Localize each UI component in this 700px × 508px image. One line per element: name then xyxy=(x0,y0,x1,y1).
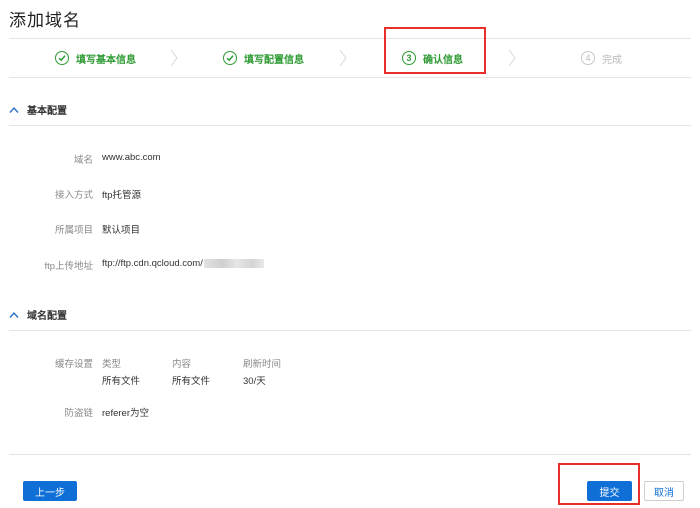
section-title: 基本配置 xyxy=(27,106,67,117)
step-2: 填写配置信息 xyxy=(223,49,304,67)
chevron-right-icon xyxy=(339,49,347,67)
step-label: 填写配置信息 xyxy=(244,54,304,66)
field-value-access: ftp托管源 xyxy=(102,190,142,201)
cancel-button[interactable]: 取消 xyxy=(644,481,684,501)
divider xyxy=(9,454,691,455)
step-4: 4 完成 xyxy=(581,49,622,67)
field-label-cache: 缓存设置 xyxy=(54,359,93,370)
section-header-domain[interactable]: 域名配置 xyxy=(9,307,691,322)
divider xyxy=(9,330,691,331)
chevron-right-icon xyxy=(508,49,516,67)
prev-step-button[interactable]: 上一步 xyxy=(23,481,77,501)
check-icon xyxy=(223,51,237,65)
field-value-hotlink: referer为空 xyxy=(102,408,149,419)
ftp-url: ftp://ftp.cdn.qcloud.com/ xyxy=(102,258,203,269)
check-icon xyxy=(55,51,69,65)
chevron-up-icon xyxy=(9,311,19,318)
field-value-domain: www.abc.com xyxy=(102,152,161,163)
cache-cell-type: 所有文件 xyxy=(102,376,141,387)
redacted-text xyxy=(203,258,264,268)
field-label-ftp: ftp上传地址 xyxy=(44,261,93,272)
field-label-access: 接入方式 xyxy=(54,190,93,201)
step-label: 填写基本信息 xyxy=(76,54,136,66)
cache-header-refresh: 刷新时间 xyxy=(243,359,282,370)
cache-cell-refresh: 30/天 xyxy=(243,376,266,387)
section-header-basic[interactable]: 基本配置 xyxy=(9,102,691,117)
field-value-ftp: ftp://ftp.cdn.qcloud.com/ xyxy=(102,258,264,269)
field-label-hotlink: 防盗链 xyxy=(64,408,93,419)
cache-cell-content: 所有文件 xyxy=(172,376,211,387)
page-title: 添加域名 xyxy=(9,11,81,30)
section-title: 域名配置 xyxy=(27,311,67,322)
field-label-domain: 域名 xyxy=(73,155,93,166)
highlight-box xyxy=(384,27,486,74)
step-label: 完成 xyxy=(602,54,622,66)
cache-header-type: 类型 xyxy=(102,359,122,370)
step-1: 填写基本信息 xyxy=(55,49,136,67)
chevron-up-icon xyxy=(9,106,19,113)
steps-bar: 填写基本信息 填写配置信息 3 确认信息 4 完成 xyxy=(9,38,691,78)
field-value-project: 默认项目 xyxy=(102,225,141,236)
cache-header-content: 内容 xyxy=(172,359,192,370)
divider xyxy=(9,125,691,126)
chevron-right-icon xyxy=(170,49,178,67)
field-label-project: 所属项目 xyxy=(54,225,93,236)
highlight-box xyxy=(558,463,640,505)
step-number: 4 xyxy=(581,51,595,65)
